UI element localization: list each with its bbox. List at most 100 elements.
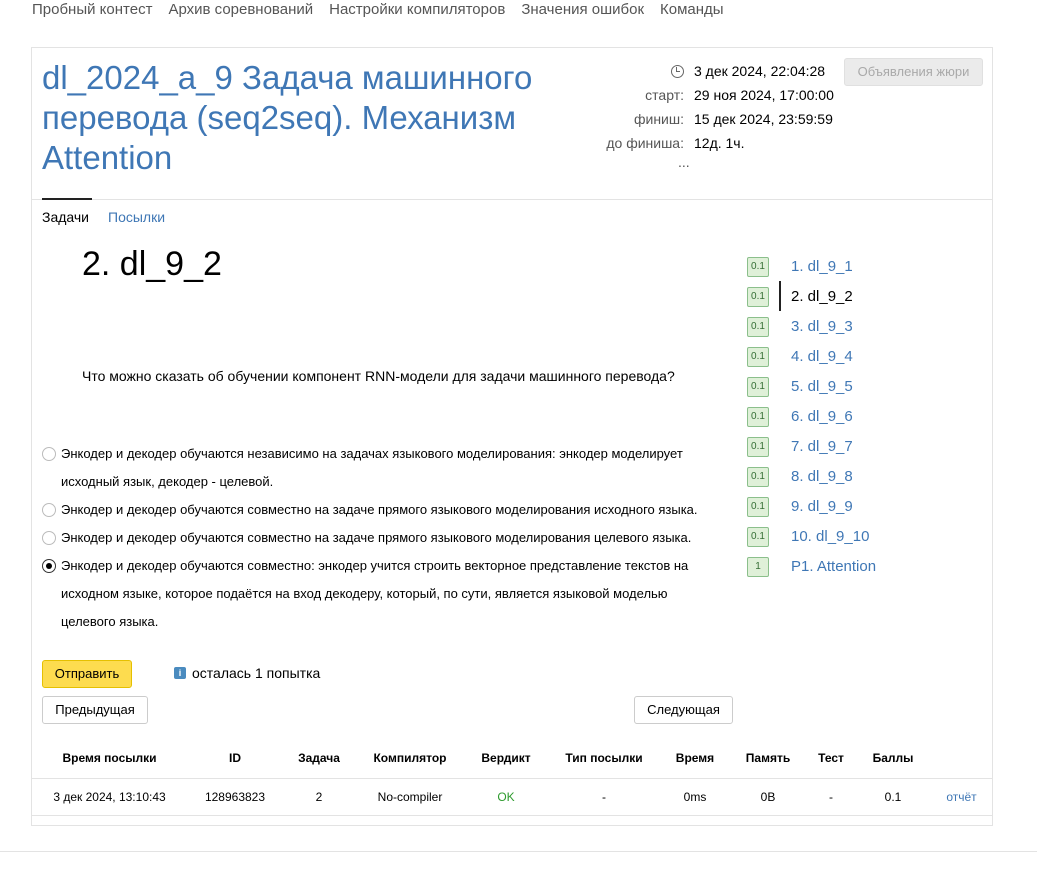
- answer-option-text: Энкодер и декодер обучаются совместно: э…: [61, 558, 689, 629]
- col-header-id: ID: [229, 751, 241, 765]
- problem-question: Что можно сказать об обучении компонент …: [82, 368, 675, 384]
- top-navigation: Пробный контест Архив соревнований Настр…: [32, 0, 724, 22]
- cell-score: 0.1: [884, 790, 902, 804]
- problem-link[interactable]: P1. Attention: [791, 558, 876, 575]
- report-link[interactable]: отчёт: [931, 790, 992, 804]
- attempts-text: осталась 1 попытка: [192, 665, 321, 681]
- nav-error-codes[interactable]: Значения ошибок: [521, 0, 644, 22]
- nav-archive[interactable]: Архив соревнований: [168, 0, 313, 22]
- answer-option-text: Энкодер и декодер обучаются совместно на…: [61, 530, 692, 545]
- nav-teams[interactable]: Команды: [660, 0, 724, 22]
- cell-test: -: [829, 790, 833, 804]
- answer-option-text: Энкодер и декодер обучаются независимо н…: [61, 446, 683, 489]
- problem-list-item-7[interactable]: 0.1 7. dl_9_7: [746, 437, 986, 467]
- problem-link-active[interactable]: 2. dl_9_2: [791, 288, 853, 305]
- tab-submissions[interactable]: Посылки: [108, 209, 165, 225]
- col-header-compiler: Компилятор: [373, 751, 447, 765]
- answer-option-text: Энкодер и декодер обучаются совместно на…: [61, 502, 698, 517]
- radio-button[interactable]: [42, 503, 56, 517]
- submissions-table: Время посылки ID Задача Компилятор Верди…: [32, 738, 992, 816]
- problem-link[interactable]: 3. dl_9_3: [791, 318, 853, 335]
- info-icon: i: [174, 667, 186, 679]
- problem-list-item-3[interactable]: 0.1 3. dl_9_3: [746, 317, 986, 347]
- problem-link[interactable]: 4. dl_9_4: [791, 348, 853, 365]
- score-badge: 0.1: [747, 347, 769, 367]
- problem-link[interactable]: 6. dl_9_6: [791, 408, 853, 425]
- col-header-test: Тест: [818, 751, 844, 765]
- radio-button-selected[interactable]: [42, 559, 56, 573]
- contest-card: dl_2024_a_9 Задача машинного перевода (s…: [31, 47, 993, 826]
- contest-title: dl_2024_a_9 Задача машинного перевода (s…: [42, 59, 533, 176]
- problem-link[interactable]: 9. dl_9_9: [791, 498, 853, 515]
- col-header-time: Время посылки: [62, 751, 157, 765]
- cell-type: -: [602, 790, 606, 804]
- remaining-value: 12д. 1ч.: [694, 135, 745, 151]
- cell-time: 3 дек 2024, 13:10:43: [53, 790, 166, 804]
- problem-list-item-8[interactable]: 0.1 8. dl_9_8: [746, 467, 986, 497]
- current-time: 3 дек 2024, 22:04:28: [694, 63, 826, 79]
- col-header-score: Баллы: [872, 751, 914, 765]
- problem-link[interactable]: 5. dl_9_5: [791, 378, 853, 395]
- score-badge: 0.1: [747, 407, 769, 427]
- start-value: 29 ноя 2024, 17:00:00: [694, 87, 834, 103]
- previous-problem-button[interactable]: Предыдущая: [42, 696, 148, 724]
- active-tab-indicator: [42, 198, 92, 200]
- nav-compiler-settings[interactable]: Настройки компиляторов: [329, 0, 505, 22]
- problem-list: 0.1 1. dl_9_1 0.1 2. dl_9_2 0.1 3. dl_9_…: [746, 257, 986, 587]
- score-badge: 0.1: [747, 497, 769, 517]
- start-label: старт:: [645, 87, 684, 103]
- jury-announcements-button[interactable]: Объявления жюри: [844, 58, 983, 86]
- problem-list-item-4[interactable]: 0.1 4. dl_9_4: [746, 347, 986, 377]
- radio-button[interactable]: [42, 447, 56, 461]
- next-problem-button[interactable]: Следующая: [634, 696, 733, 724]
- score-badge: 0.1: [747, 317, 769, 337]
- col-header-type: Тип посылки: [565, 751, 643, 765]
- cell-id: 128963823: [204, 790, 266, 804]
- answer-option[interactable]: Энкодер и декодер обучаются совместно на…: [42, 496, 722, 524]
- answer-option[interactable]: Энкодер и декодер обучаются независимо н…: [42, 440, 722, 496]
- answer-option[interactable]: Энкодер и декодер обучаются совместно на…: [42, 524, 722, 552]
- score-badge: 1: [747, 557, 769, 577]
- cell-memory: 0B: [760, 790, 776, 804]
- nav-trial-contest[interactable]: Пробный контест: [32, 0, 152, 22]
- cell-compiler: No-compiler: [377, 790, 443, 804]
- col-header-verdict: Вердикт: [481, 751, 531, 765]
- attempts-info: i осталась 1 попытка: [174, 665, 320, 681]
- finish-value: 15 дек 2024, 23:59:59: [694, 111, 833, 127]
- submit-button[interactable]: Отправить: [42, 660, 132, 688]
- problem-list-item-10[interactable]: 0.1 10. dl_9_10: [746, 527, 986, 557]
- cell-verdict: OK: [497, 790, 515, 804]
- cell-run-time: 0ms: [683, 790, 707, 804]
- problem-link[interactable]: 7. dl_9_7: [791, 438, 853, 455]
- score-badge: 0.1: [747, 527, 769, 547]
- table-header: Время посылки ID Задача Компилятор Верди…: [32, 738, 992, 779]
- more-toggle[interactable]: ...: [678, 154, 690, 170]
- tab-problems[interactable]: Задачи: [42, 209, 89, 225]
- col-header-run-time: Время: [675, 751, 715, 765]
- tabs-divider: [32, 199, 992, 200]
- remaining-label: до финиша:: [606, 135, 684, 151]
- col-header-memory: Память: [745, 751, 791, 765]
- table-row: 3 дек 2024, 13:10:43 128963823 2 No-comp…: [32, 779, 992, 816]
- col-header-problem: Задача: [298, 751, 340, 765]
- contest-time-info: 3 дек 2024, 22:04:28 старт: 29 ноя 2024,…: [552, 60, 842, 156]
- problem-link[interactable]: 1. dl_9_1: [791, 258, 853, 275]
- problem-list-item-p1[interactable]: 1 P1. Attention: [746, 557, 986, 587]
- score-badge: 0.1: [747, 287, 769, 307]
- answer-option[interactable]: Энкодер и декодер обучаются совместно: э…: [42, 552, 722, 636]
- score-badge: 0.1: [747, 377, 769, 397]
- footer-divider: [0, 851, 1037, 852]
- problem-link[interactable]: 8. dl_9_8: [791, 468, 853, 485]
- problem-link[interactable]: 10. dl_9_10: [791, 528, 869, 545]
- finish-label: финиш:: [633, 111, 684, 127]
- problem-list-item-1[interactable]: 0.1 1. dl_9_1: [746, 257, 986, 287]
- problem-list-item-2[interactable]: 0.1 2. dl_9_2: [746, 281, 986, 317]
- problem-title: 2. dl_9_2: [82, 245, 222, 283]
- clock-icon: [671, 65, 684, 78]
- problem-list-item-6[interactable]: 0.1 6. dl_9_6: [746, 407, 986, 437]
- problem-list-item-5[interactable]: 0.1 5. dl_9_5: [746, 377, 986, 407]
- radio-button[interactable]: [42, 531, 56, 545]
- score-badge: 0.1: [747, 437, 769, 457]
- cell-problem: 2: [315, 790, 323, 804]
- problem-list-item-9[interactable]: 0.1 9. dl_9_9: [746, 497, 986, 527]
